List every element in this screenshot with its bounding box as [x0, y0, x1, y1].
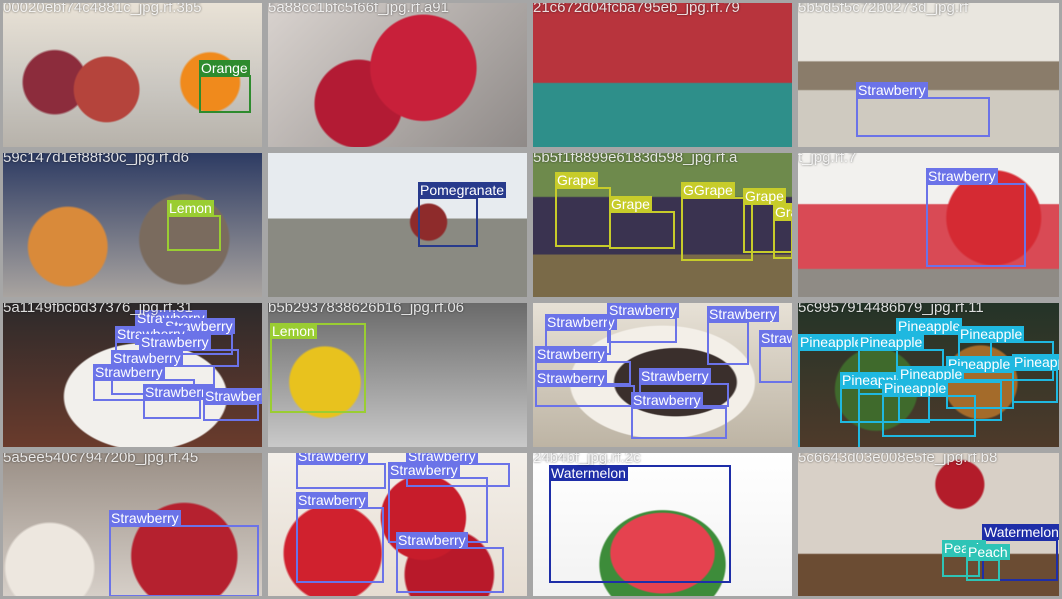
- detection-box[interactable]: Lemon: [167, 200, 221, 251]
- detection-label: Strawberry: [607, 302, 679, 318]
- detection-box[interactable]: Orange: [199, 60, 251, 113]
- detection-label: Strawberry: [759, 330, 792, 346]
- detection-label: Lemon: [167, 200, 214, 216]
- detection-box[interactable]: Pineapple: [1012, 354, 1059, 403]
- detection-label: Strawberry: [856, 82, 928, 98]
- detection-box[interactable]: Strawberry: [109, 510, 259, 596]
- detection-label: Grape: [555, 172, 598, 188]
- detection-label: Grape: [743, 188, 786, 204]
- photo-people-relaxing: [3, 153, 262, 297]
- detection-label: Strawberry: [535, 346, 607, 362]
- detection-label: Strawberry: [926, 168, 998, 184]
- detection-label: Strawberry: [139, 334, 211, 350]
- detection-box[interactable]: Strawberry: [296, 492, 384, 583]
- detection-label: Strawberry: [396, 532, 468, 548]
- detection-box[interactable]: Grape: [555, 172, 611, 247]
- detection-label: Pineapple: [896, 318, 963, 334]
- detection-box[interactable]: Strawberry: [631, 392, 727, 439]
- tile-8[interactable]: t_jpg.rf.7 Strawberry: [795, 150, 1062, 300]
- detection-label: Strawberry: [388, 462, 460, 478]
- tile-11[interactable]: Strawberry Strawberry Strawberry Strawbe…: [530, 300, 795, 450]
- detection-label: Grape: [773, 204, 792, 220]
- tile-9[interactable]: 5a1149fbcbd37376_jpg.rf.31 Strawberry St…: [0, 300, 265, 450]
- detection-label: Strawberry: [203, 388, 262, 404]
- detection-box[interactable]: Strawberry: [926, 168, 1026, 267]
- detection-label: Pineapple: [858, 334, 925, 350]
- tile-5[interactable]: 59c147d1ef88f30c_jpg.rf.d6 Lemon: [0, 150, 265, 300]
- detection-label: Watermelon: [982, 524, 1059, 540]
- tile-10[interactable]: b5b2937838626b16_jpg.rf.06 Lemon: [265, 300, 530, 450]
- detection-box[interactable]: Grape: [773, 204, 792, 259]
- detection-label: Strawberry: [545, 314, 617, 330]
- detection-box[interactable]: Strawberry: [396, 532, 504, 593]
- tile-4[interactable]: 5b5d5f5c72b0273d_jpg.rf Strawberry: [795, 0, 1062, 150]
- detection-mosaic: 00020ebf74c4881c_jpg.rf.3b5 Orange 5a88c…: [0, 0, 1062, 599]
- detection-box[interactable]: Strawberry: [707, 306, 779, 365]
- detection-box[interactable]: Strawberry: [143, 384, 215, 419]
- tile-13[interactable]: 5a5ee540c794720b_jpg.rf.45 Strawberry: [0, 450, 265, 599]
- detection-box[interactable]: Strawberry: [856, 82, 990, 137]
- detection-label: Pineapple: [1012, 354, 1059, 370]
- detection-box[interactable]: Strawberry: [296, 453, 386, 489]
- detection-label: Strawberry: [639, 368, 711, 384]
- detection-label: Strawberry: [296, 492, 368, 508]
- detection-label: Grape: [609, 196, 652, 212]
- tile-6[interactable]: Pomegranate: [265, 150, 530, 300]
- tile-7[interactable]: 5b5f1f8899e6183d598_jpg.rf.a Grape Grape…: [530, 150, 795, 300]
- detection-box[interactable]: Watermelon: [549, 465, 731, 583]
- detection-label: Strawberry: [296, 450, 368, 464]
- tile-15[interactable]: 24b4bf_jpg.rf.2c Watermelon: [530, 450, 795, 599]
- detection-box[interactable]: Pomegranate: [418, 182, 507, 247]
- detection-label: Pineapple: [882, 380, 949, 396]
- detection-box[interactable]: Lemon: [270, 323, 366, 413]
- detection-label: Strawberry: [535, 370, 607, 386]
- detection-label: Peach: [966, 544, 1010, 560]
- detection-label: Pineapple: [958, 326, 1025, 342]
- tile-1[interactable]: 00020ebf74c4881c_jpg.rf.3b5 Orange: [0, 0, 265, 150]
- photo-raspberries-jar: [268, 3, 527, 147]
- tile-12[interactable]: 5c9957914486b79_jpg.rf.11 Pineapple Pine…: [795, 300, 1062, 450]
- detection-label: Strawberry: [631, 392, 703, 408]
- detection-box[interactable]: Strawberry: [759, 330, 792, 383]
- tile-14[interactable]: Strawberry Strawberry Strawberry Strawbe…: [265, 450, 530, 599]
- detection-box[interactable]: Grape: [609, 196, 675, 249]
- detection-label: Watermelon: [549, 465, 628, 481]
- photo-raspberry-crates: [533, 3, 792, 147]
- detection-label: Pomegranate: [418, 182, 507, 198]
- detection-label: Strawberry: [109, 510, 181, 526]
- detection-box[interactable]: Strawberry: [203, 388, 262, 421]
- detection-label: GGrape: [681, 182, 735, 198]
- detection-box[interactable]: Strawberry: [535, 370, 635, 407]
- detection-label: Strawberry: [707, 306, 779, 322]
- photo-pomegranate-stone: [268, 153, 527, 297]
- detection-label: Orange: [199, 60, 250, 76]
- detection-box[interactable]: Pineapple: [882, 380, 976, 437]
- detection-label: Lemon: [270, 323, 317, 339]
- detection-label: Strawberry: [93, 364, 165, 380]
- detection-box[interactable]: Strawberry: [607, 303, 679, 343]
- detection-box[interactable]: Peach: [966, 544, 1010, 581]
- tile-2[interactable]: 5a88cc1bfc5f66f_jpg.rf.a91: [265, 0, 530, 150]
- detection-label: Pineapple: [798, 334, 865, 350]
- tile-3[interactable]: 21c672d04fcba795eb_jpg.rf.79: [530, 0, 795, 150]
- tile-16[interactable]: 5c6643d03e008e5fe_jpg.rf.b8 Watermelon P…: [795, 450, 1062, 599]
